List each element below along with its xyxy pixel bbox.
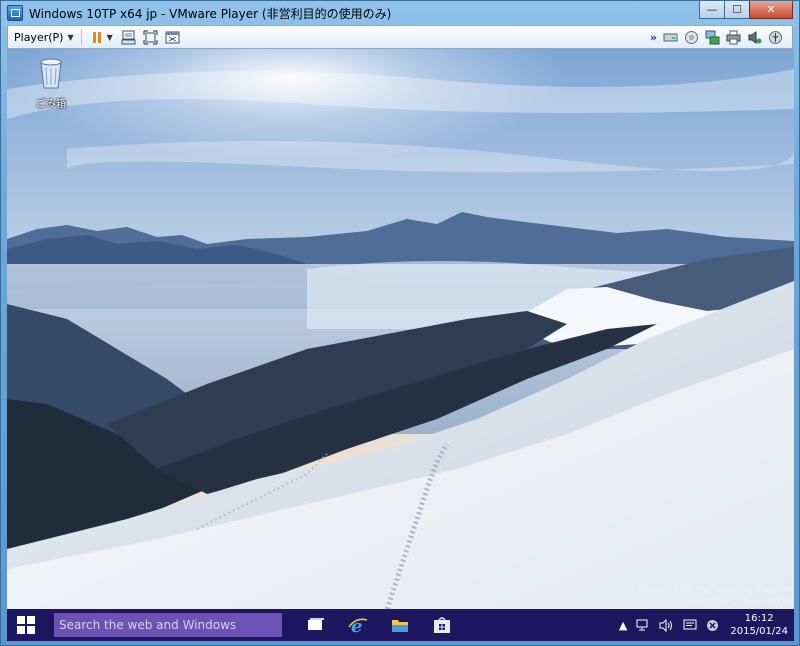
chevron-down-icon: ▼	[67, 32, 74, 42]
speaker-icon	[659, 618, 673, 632]
usb-device-icon	[768, 30, 782, 44]
taskbar: Search the web and Windows e ▲ 16:12 201…	[7, 609, 794, 641]
clock-date: 2015/01/24	[730, 626, 788, 637]
start-button[interactable]	[7, 609, 45, 641]
unity-icon	[165, 31, 180, 43]
pause-button[interactable]	[89, 29, 105, 45]
internet-explorer-icon: e	[348, 616, 368, 635]
double-chevron-icon[interactable]: »	[650, 31, 657, 44]
sound-card-button[interactable]	[746, 29, 762, 45]
vmware-app-icon	[7, 5, 23, 21]
player-menu-label: Player(P)	[14, 30, 64, 44]
pause-dropdown-icon[interactable]: ▼	[107, 33, 113, 42]
printer-button[interactable]	[725, 29, 741, 45]
network-icon[interactable]	[636, 619, 650, 632]
vmware-toolbar: Player(P) ▼ ▼ »	[7, 25, 793, 49]
taskbar-clock[interactable]: 16:12 2015/01/24	[730, 612, 788, 638]
window-controls: — ☐ ✕	[699, 1, 793, 19]
close-button[interactable]: ✕	[749, 1, 793, 19]
show-hidden-icons-icon[interactable]: ▲	[619, 619, 627, 632]
recycle-bin-icon	[40, 58, 62, 89]
volume-icon[interactable]	[659, 618, 674, 632]
toolbar-divider	[80, 29, 82, 45]
taskbar-search-box[interactable]: Search the web and Windows	[54, 613, 282, 637]
player-menu-button[interactable]: Player(P) ▼	[14, 31, 74, 44]
desktop-wallpaper	[7, 49, 794, 609]
fit-window-icon	[143, 29, 158, 45]
hard-disk-button[interactable]	[662, 29, 678, 45]
send-ctrl-alt-del-icon	[121, 30, 136, 44]
fit-window-button[interactable]	[143, 29, 159, 45]
pause-icon	[92, 31, 101, 43]
close-circle-icon	[707, 619, 719, 631]
cd-dvd-button[interactable]	[683, 29, 699, 45]
maximize-button[interactable]: ☐	[724, 1, 750, 19]
recycle-bin-label: ごみ箱	[36, 99, 66, 110]
sound-card-icon	[748, 30, 761, 44]
action-center-icon[interactable]	[683, 619, 697, 632]
watermark-edition: Windows 10 Pro Technical Preview	[637, 585, 791, 595]
send-ctrl-alt-del-button[interactable]	[121, 29, 137, 45]
recycle-bin-shortcut[interactable]: ごみ箱	[29, 56, 73, 110]
network-adapter-button[interactable]	[704, 29, 720, 45]
vmware-player-window: Windows 10TP x64 jp - VMware Player (非営利…	[0, 0, 800, 646]
device-toolbar: »	[650, 29, 788, 45]
network-status-icon	[636, 619, 648, 630]
hard-disk-icon	[663, 33, 677, 41]
search-placeholder: Search the web and Windows	[59, 618, 237, 632]
printer-icon	[726, 30, 740, 44]
message-icon	[683, 619, 697, 629]
folder-icon	[392, 620, 408, 632]
title-bar[interactable]: Windows 10TP x64 jp - VMware Player (非営利…	[1, 1, 799, 25]
internet-explorer-button[interactable]: e	[342, 610, 374, 640]
task-view-icon	[308, 618, 324, 630]
unity-button[interactable]	[165, 29, 181, 45]
store-button[interactable]	[426, 610, 458, 640]
task-view-button[interactable]	[300, 610, 332, 640]
clock-time: 16:12	[744, 613, 774, 624]
system-tray: ▲ 16:12 2015/01/24	[619, 609, 794, 641]
minimize-button[interactable]: —	[699, 1, 725, 19]
store-icon	[434, 617, 450, 633]
error-status-icon[interactable]	[706, 619, 719, 632]
build-watermark: Windows 10 Pro Technical Preview 評価コピー。B…	[637, 584, 791, 610]
network-adapter-icon	[705, 30, 719, 44]
file-explorer-button[interactable]	[384, 610, 416, 640]
window-title: Windows 10TP x64 jp - VMware Player (非営利…	[29, 6, 392, 21]
cd-dvd-icon	[684, 30, 698, 44]
usb-device-button[interactable]	[767, 29, 783, 45]
guest-screen[interactable]: ごみ箱 Windows 10 Pro Technical Preview 評価コ…	[7, 49, 794, 641]
windows-logo-icon	[17, 616, 35, 634]
